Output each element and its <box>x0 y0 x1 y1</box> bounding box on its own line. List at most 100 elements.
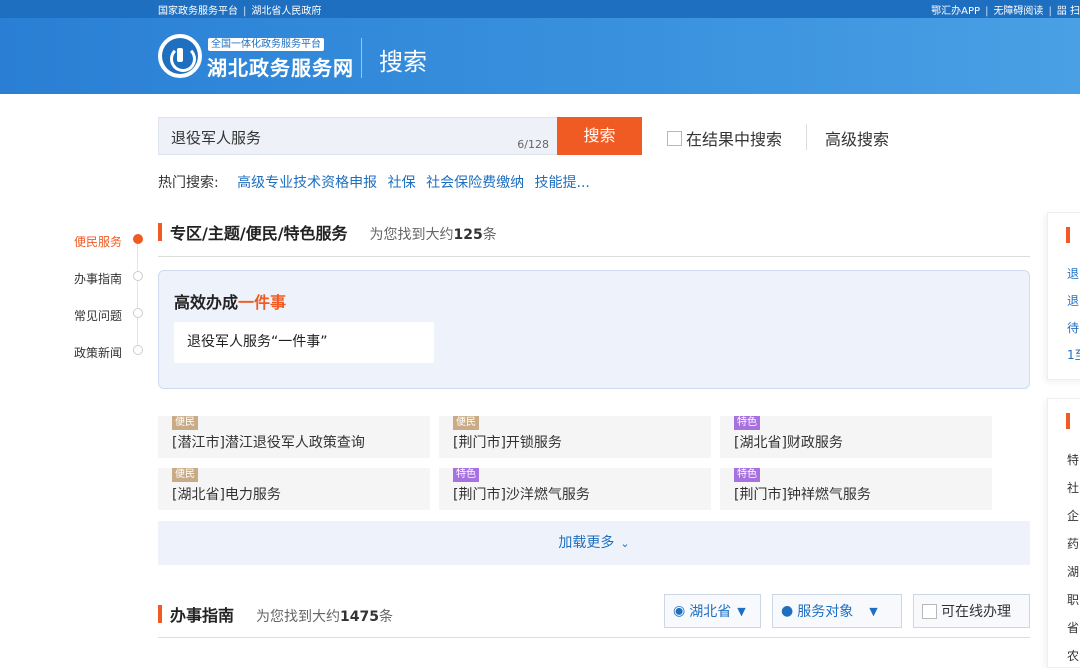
hot-searches: 热门搜索: 高级专业技术资格申报 社保 社会保险费缴纳 技能提... <box>158 172 590 192</box>
right-panel-link[interactable]: 待 <box>1067 319 1080 336</box>
side-nav-item-policy-news[interactable]: 政策新闻 <box>74 341 146 378</box>
region-filter-value: 湖北省 <box>689 604 732 620</box>
user-icon: ● <box>781 603 794 619</box>
featured-card-veterans[interactable]: 退役军人服务“一件事” <box>174 322 434 363</box>
link-hubei-government[interactable]: 湖北省人民政府 <box>251 6 321 17</box>
right-panel-link[interactable]: 湖 <box>1067 563 1080 580</box>
result-count: 为您找到大约1475条 <box>256 609 393 625</box>
hot-search-link[interactable]: 社保 <box>388 175 416 191</box>
search-char-count: 6/128 <box>517 138 549 151</box>
service-card[interactable]: 特色 [湖北省]财政服务 <box>720 416 992 458</box>
section-marker <box>1066 413 1070 429</box>
side-nav-label: 政策新闻 <box>74 346 123 360</box>
section-header-guide: 办事指南 为您找到大约1475条 <box>158 602 393 626</box>
service-tag: 便民 <box>453 416 479 430</box>
hot-search-link[interactable]: 高级专业技术资格申报 <box>237 175 377 191</box>
search-button[interactable]: 搜索 <box>557 117 642 155</box>
section-title: 专区/主题/便民/特色服务 <box>170 224 348 243</box>
service-card[interactable]: 便民 [湖北省]电力服务 <box>158 468 430 510</box>
location-pin-icon: ◉ <box>673 603 686 619</box>
divider <box>806 124 807 150</box>
right-panel-link[interactable]: 退 <box>1067 265 1080 282</box>
checkbox-icon[interactable] <box>922 603 937 619</box>
hot-search-link[interactable]: 社会保险费缴纳 <box>426 175 524 191</box>
section-marker <box>158 223 162 241</box>
section-title: 办事指南 <box>170 606 235 625</box>
chevron-down-icon: ▼ <box>737 604 746 618</box>
service-name: [荆门市]钟祥燃气服务 <box>734 487 871 503</box>
link-national-platform[interactable]: 国家政务服务平台 <box>158 6 238 17</box>
section-marker <box>158 605 162 623</box>
service-card[interactable]: 特色 [荆门市]沙洋燃气服务 <box>439 468 711 510</box>
service-target-label: 服务对象 <box>797 604 854 620</box>
site-header: 全国一体化政务服务平台 湖北政务服务网 搜索 <box>0 18 1080 94</box>
logo-tagline: 全国一体化政务服务平台 <box>208 38 324 51</box>
top-bar: 国家政务服务平台 | 湖北省人民政府 鄂汇办APP | 无障碍阅读 | 㗊 扫 <box>0 0 1080 18</box>
service-card[interactable]: 便民 [荆门市]开锁服务 <box>439 416 711 458</box>
separator: | <box>243 6 247 17</box>
dot-icon <box>133 345 143 355</box>
right-panel-link[interactable]: 药 <box>1067 535 1080 552</box>
section-divider <box>158 256 1030 257</box>
link-accessible-reading[interactable]: 无障碍阅读 <box>993 6 1043 17</box>
section-marker <box>1066 227 1070 243</box>
featured-title: 高效办成一件事 <box>174 293 287 312</box>
chevron-down-icon: ⌄ <box>620 537 630 550</box>
right-panel-card: 退 退 待 1至 <box>1047 212 1080 380</box>
chevron-down-icon: ▼ <box>869 604 878 618</box>
hot-search-link[interactable]: 技能提... <box>535 175 590 191</box>
right-panel-link[interactable]: 企 <box>1067 507 1080 524</box>
result-count: 为您找到大约125条 <box>369 227 497 243</box>
service-card[interactable]: 特色 [荆门市]钟祥燃气服务 <box>720 468 992 510</box>
load-more-button[interactable]: 加载更多 ⌄ <box>158 521 1030 565</box>
section-divider <box>158 637 1030 638</box>
service-tag: 特色 <box>734 416 760 430</box>
load-more-label: 加载更多 <box>558 535 615 551</box>
advanced-search-link[interactable]: 高级搜索 <box>825 126 889 150</box>
side-nav-item-convenience[interactable]: 便民服务 <box>74 230 146 267</box>
active-dot-icon <box>133 234 143 244</box>
online-handle-checkbox[interactable]: 可在线办理 <box>913 594 1030 628</box>
hot-searches-label: 热门搜索: <box>158 175 219 191</box>
link-scan[interactable]: 㗊 扫 <box>1057 6 1080 17</box>
section-header-services: 专区/主题/便民/特色服务 为您找到大约125条 <box>158 220 497 244</box>
online-handle-label: 可在线办理 <box>941 604 1011 620</box>
dot-icon <box>133 308 143 318</box>
service-name: [湖北省]电力服务 <box>172 487 281 503</box>
search-in-results-checkbox[interactable]: 在结果中搜索 <box>667 126 782 150</box>
separator: | <box>1048 6 1052 17</box>
service-card[interactable]: 便民 [潜江市]潜江退役军人政策查询 <box>158 416 430 458</box>
separator: | <box>985 6 989 17</box>
right-panel-card: 特 社 企 药 湖 职 省 农 <box>1047 398 1080 668</box>
service-name: [荆门市]沙洋燃气服务 <box>453 487 590 503</box>
service-name: [湖北省]财政服务 <box>734 435 843 451</box>
checkbox-icon[interactable] <box>667 130 682 146</box>
right-panel-link[interactable]: 1至 <box>1067 346 1080 363</box>
service-tag: 特色 <box>734 468 760 482</box>
side-nav-label: 便民服务 <box>74 235 123 249</box>
service-name: [荆门市]开锁服务 <box>453 435 562 451</box>
side-nav-item-guide[interactable]: 办事指南 <box>74 267 146 304</box>
side-nav-item-faq[interactable]: 常见问题 <box>74 304 146 341</box>
link-ehuiban-app[interactable]: 鄂汇办APP <box>931 6 980 17</box>
right-panel-link[interactable]: 省 <box>1067 619 1080 636</box>
right-panel-link[interactable]: 职 <box>1067 591 1080 608</box>
site-name[interactable]: 湖北政务服务网 <box>207 52 354 81</box>
page-title: 搜索 <box>379 48 427 76</box>
right-panel-link[interactable]: 农 <box>1067 647 1080 664</box>
right-panel-link[interactable]: 特 <box>1067 451 1080 468</box>
service-tag: 特色 <box>453 468 479 482</box>
service-name: [潜江市]潜江退役军人政策查询 <box>172 435 365 451</box>
service-target-filter-dropdown[interactable]: ● 服务对象 ▼ <box>772 594 902 628</box>
service-tag: 便民 <box>172 416 198 430</box>
region-filter-dropdown[interactable]: ◉ 湖北省 ▼ <box>664 594 761 628</box>
right-panel-link[interactable]: 退 <box>1067 292 1080 309</box>
search-input-value[interactable]: 退役军人服务 <box>171 127 261 148</box>
side-nav: 便民服务 办事指南 常见问题 政策新闻 <box>74 230 146 378</box>
featured-one-thing-panel: 高效办成一件事 退役军人服务“一件事” <box>158 270 1030 389</box>
header-divider <box>361 38 362 78</box>
dot-icon <box>133 271 143 281</box>
search-input[interactable]: 退役军人服务 6/128 <box>158 117 558 155</box>
right-panel-link[interactable]: 社 <box>1067 479 1080 496</box>
site-logo-icon[interactable] <box>158 34 202 78</box>
